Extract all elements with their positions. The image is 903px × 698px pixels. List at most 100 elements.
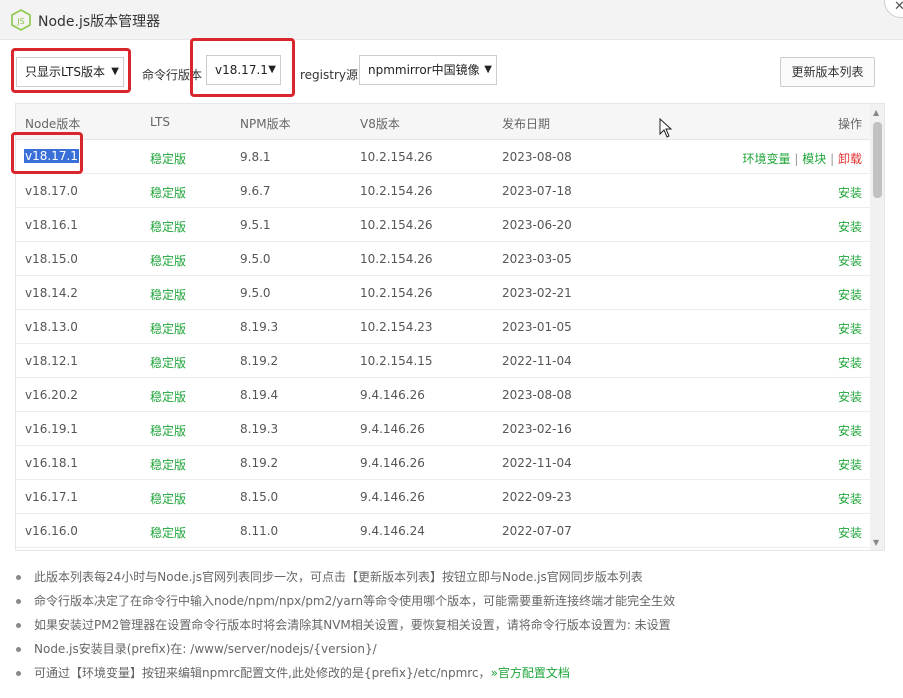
cell-v8: 9.4.146.26 — [360, 490, 425, 504]
cell-date: 2022-09-23 — [502, 490, 572, 504]
cell-npm: 9.6.7 — [240, 184, 271, 198]
row-actions: 安装 — [838, 490, 862, 507]
scrollbar-thumb[interactable] — [873, 122, 882, 198]
install-link[interactable]: 安装 — [838, 186, 862, 200]
cell-node: v18.17.0 — [25, 184, 78, 198]
cell-lts: 稳定版 — [150, 254, 187, 268]
row-actions: 安装 — [838, 422, 862, 439]
header-release-date: 发布日期 — [502, 117, 551, 131]
cell-lts: 稳定版 — [150, 186, 187, 200]
cell-lts: 稳定版 — [150, 288, 187, 302]
table-row: v18.15.0 稳定版 9.5.0 10.2.154.26 2023-03-05 安装 — [16, 242, 870, 276]
cell-node: v16.19.1 — [25, 422, 78, 436]
official-config-doc-link[interactable]: »官方配置文档 — [491, 666, 570, 680]
cell-npm: 8.11.0 — [240, 524, 279, 538]
header-npm-version: NPM版本 — [240, 117, 291, 131]
install-link[interactable]: 安装 — [838, 526, 862, 540]
cell-v8: 9.4.146.26 — [360, 388, 425, 402]
row-actions: 安装 — [838, 524, 862, 541]
cell-lts: 稳定版 — [150, 390, 187, 404]
cell-v8: 10.2.154.26 — [360, 150, 433, 164]
cell-date: 2023-08-08 — [502, 388, 572, 402]
cell-lts: 稳定版 — [150, 322, 187, 336]
separator: | — [830, 152, 835, 166]
cell-date: 2022-11-04 — [502, 354, 572, 368]
cell-lts: 稳定版 — [150, 458, 187, 472]
cell-date: 2023-03-05 — [502, 252, 572, 266]
cell-node: v18.16.1 — [25, 218, 78, 232]
cell-npm: 8.19.2 — [240, 456, 279, 470]
cell-node: v16.16.0 — [25, 524, 78, 538]
modules-link[interactable]: 模块 — [802, 152, 826, 166]
install-link[interactable]: 安装 — [838, 254, 862, 268]
cell-npm: 9.5.1 — [240, 218, 271, 232]
row-actions: 环境变量 | 模块 | 卸载 — [743, 150, 862, 167]
cell-node: v18.13.0 — [25, 320, 78, 334]
row-actions: 安装 — [838, 320, 862, 337]
table-scrollbar[interactable]: ▲ ▼ — [870, 104, 884, 550]
install-link[interactable]: 安装 — [838, 356, 862, 370]
cell-v8: 10.2.154.26 — [360, 184, 433, 198]
separator: | — [794, 152, 799, 166]
svg-text:JS: JS — [16, 17, 24, 26]
cell-date: 2023-08-08 — [502, 150, 572, 164]
cell-npm: 8.19.3 — [240, 320, 279, 334]
table-row: v16.20.2 稳定版 8.19.4 9.4.146.26 2023-08-08 安装 — [16, 378, 870, 412]
cell-lts: 稳定版 — [150, 492, 187, 506]
refresh-version-list-button[interactable]: 更新版本列表 — [780, 57, 875, 87]
scroll-down-icon[interactable]: ▼ — [873, 538, 879, 547]
row-actions: 安装 — [838, 252, 862, 269]
note-item: 此版本列表每24小时与Node.js官网列表同步一次，可点击【更新版本列表】按钮… — [14, 568, 894, 592]
row-actions: 安装 — [838, 388, 862, 405]
cell-npm: 9.5.0 — [240, 286, 271, 300]
registry-select[interactable]: npmmirror中国镜像 ▼ — [359, 55, 497, 85]
registry-label: registry源 — [300, 68, 358, 82]
install-link[interactable]: 安装 — [838, 322, 862, 336]
help-notes: 此版本列表每24小时与Node.js官网列表同步一次，可点击【更新版本列表】按钮… — [14, 568, 894, 688]
cell-v8: 10.2.154.26 — [360, 252, 433, 266]
cell-v8: 10.2.154.15 — [360, 354, 433, 368]
cell-node: v18.14.2 — [25, 286, 78, 300]
table-row: v18.17.1 稳定版 9.8.1 10.2.154.26 2023-08-08 环境变… — [16, 140, 870, 174]
install-link[interactable]: 安装 — [838, 390, 862, 404]
table-row: v18.17.0 稳定版 9.6.7 10.2.154.26 2023-07-18 安装 — [16, 174, 870, 208]
cell-node: v16.20.2 — [25, 388, 78, 402]
cell-npm: 9.5.0 — [240, 252, 271, 266]
header-actions: 操作 — [837, 117, 862, 131]
registry-value: npmmirror中国镜像 — [368, 63, 480, 77]
table-row: v16.18.1 稳定版 8.19.2 9.4.146.26 2022-11-04 安装 — [16, 446, 870, 480]
uninstall-link[interactable]: 卸载 — [838, 152, 862, 166]
scroll-up-icon[interactable]: ▲ — [873, 108, 879, 117]
install-link[interactable]: 安装 — [838, 492, 862, 506]
env-vars-link[interactable]: 环境变量 — [743, 152, 791, 166]
table-row: v18.16.1 稳定版 9.5.1 10.2.154.26 2023-06-20 安装 — [16, 208, 870, 242]
cell-date: 2023-07-18 — [502, 184, 572, 198]
cell-lts: 稳定版 — [150, 526, 187, 540]
cell-npm: 8.19.3 — [240, 422, 279, 436]
row-actions: 安装 — [838, 456, 862, 473]
note-item: 如果安装过PM2管理器在设置命令行版本时将会清除其NVM相关设置，要恢复相关设置… — [14, 616, 894, 640]
cell-v8: 9.4.146.26 — [360, 456, 425, 470]
row-actions: 安装 — [838, 286, 862, 303]
cell-date: 2023-06-20 — [502, 218, 572, 232]
header-node-version: Node版本 — [25, 117, 81, 131]
cell-node: v18.15.0 — [25, 252, 78, 266]
install-link[interactable]: 安装 — [838, 424, 862, 438]
install-link[interactable]: 安装 — [838, 458, 862, 472]
cell-date: 2023-01-05 — [502, 320, 572, 334]
table-row: v16.17.1 稳定版 8.15.0 9.4.146.26 2022-09-23 安装 — [16, 480, 870, 514]
cell-node: v18.12.1 — [25, 354, 78, 368]
window-title: Node.js版本管理器 — [38, 14, 161, 30]
table-row: v18.12.1 稳定版 8.19.2 10.2.154.15 2022-11-04 安装 — [16, 344, 870, 378]
install-link[interactable]: 安装 — [838, 220, 862, 234]
highlight-box — [11, 48, 131, 93]
table-row: v18.14.2 稳定版 9.5.0 10.2.154.26 2023-02-21 安装 — [16, 276, 870, 310]
version-table: Node版本 LTS NPM版本 V8版本 发布日期 操作 v18.17.1 稳定… — [15, 103, 885, 551]
cell-node: v16.18.1 — [25, 456, 78, 470]
install-link[interactable]: 安装 — [838, 288, 862, 302]
row-actions: 安装 — [838, 218, 862, 235]
cell-npm: 8.19.4 — [240, 388, 279, 402]
cell-v8: 10.2.154.26 — [360, 218, 433, 232]
table-header: Node版本 LTS NPM版本 V8版本 发布日期 操作 — [16, 104, 870, 140]
nodejs-logo-icon: JS — [11, 9, 31, 31]
